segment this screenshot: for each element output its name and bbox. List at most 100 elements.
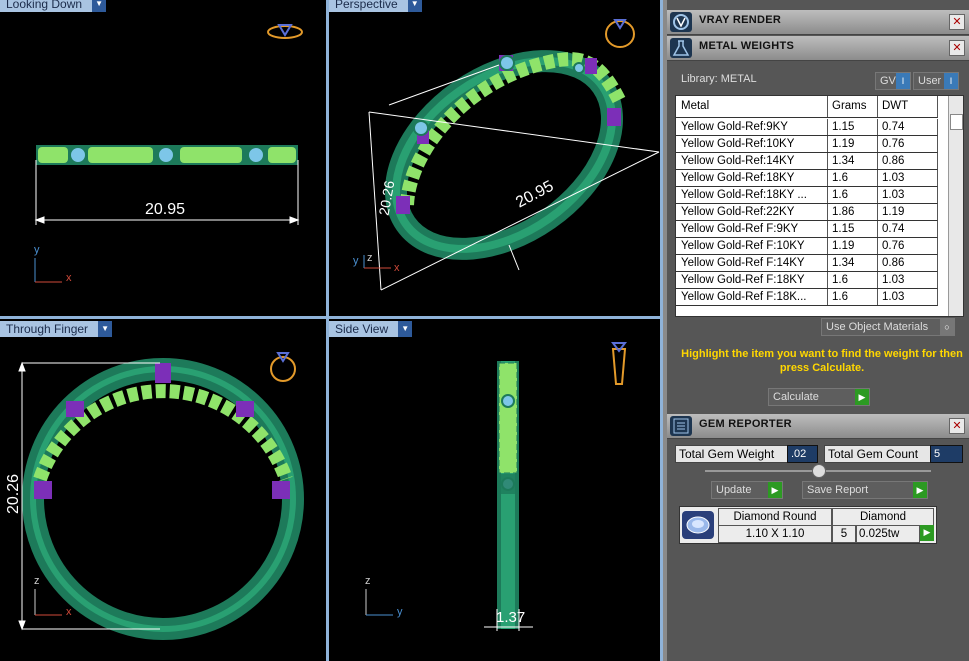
table-header: Metal Grams DWT <box>676 96 946 118</box>
total-gem-count-label: Total Gem Count <box>824 445 931 463</box>
table-row[interactable]: Yellow Gold-Ref F:10KY 1.19 0.76 <box>676 238 946 255</box>
metal-weights-header[interactable]: METAL WEIGHTS ✕ <box>667 36 969 61</box>
gem-size: 1.10 X 1.10 <box>718 525 832 543</box>
play-icon: ▶ <box>768 482 782 498</box>
dimension-label: 1.37 <box>496 609 526 626</box>
cell-grams: 1.6 <box>827 289 878 306</box>
column-header-dwt[interactable]: DWT <box>877 96 938 118</box>
cell-metal: Yellow Gold-Ref:10KY <box>676 136 828 153</box>
close-icon[interactable]: ✕ <box>949 418 965 434</box>
cell-dwt: 1.03 <box>877 289 938 306</box>
gem-weight: 0.025tw <box>856 525 920 543</box>
table-row[interactable]: Yellow Gold-Ref F:9KY 1.15 0.74 <box>676 221 946 238</box>
axis-label-z: z <box>34 575 40 587</box>
gv-toggle[interactable]: GV I <box>875 72 911 90</box>
gem-qty: 5 <box>832 525 856 543</box>
play-icon: ▶ <box>855 389 869 405</box>
gem-reporter-title: GEM REPORTER <box>699 418 792 430</box>
cell-grams: 1.34 <box>827 153 878 170</box>
cell-dwt: 0.86 <box>877 153 938 170</box>
ring-side-view <box>365 342 627 631</box>
cell-grams: 1.19 <box>827 136 878 153</box>
library-label: Library: METAL <box>681 73 757 85</box>
cell-grams: 1.6 <box>827 272 878 289</box>
table-row[interactable]: Yellow Gold-Ref:18KY 1.6 1.03 <box>676 170 946 187</box>
plugin-panel: VRAY RENDER ✕ METAL WEIGHTS ✕ Library: M… <box>667 0 969 661</box>
axis-label-x: x <box>66 606 72 618</box>
calculate-button[interactable]: Calculate ▶ <box>768 388 870 406</box>
viewport-divider-right <box>660 0 663 661</box>
viewport-looking-down[interactable]: Looking Down ▼ 20.95 y x <box>0 0 326 316</box>
table-row[interactable]: Yellow Gold-Ref:10KY 1.19 0.76 <box>676 136 946 153</box>
viewport-side-view[interactable]: Side View ▼ 1.37 z y <box>329 319 660 661</box>
gem-shape: Diamond Round <box>718 508 832 526</box>
cell-grams: 1.19 <box>827 238 878 255</box>
viewport-through-finger[interactable]: Through Finger ▼ 20.26 z x <box>0 319 326 661</box>
use-object-materials-toggle[interactable]: Use Object Materials ○ <box>821 318 955 336</box>
cell-grams: 1.6 <box>827 187 878 204</box>
table-row[interactable]: Yellow Gold-Ref:18KY ... 1.6 1.03 <box>676 187 946 204</box>
update-button[interactable]: Update ▶ <box>711 481 783 499</box>
cell-metal: Yellow Gold-Ref:22KY <box>676 204 828 221</box>
cell-dwt: 1.19 <box>877 204 938 221</box>
table-scrollbar[interactable] <box>948 96 963 316</box>
diamond-icon <box>682 511 714 539</box>
axis-label-y: y <box>353 255 359 267</box>
play-icon: ▶ <box>913 482 927 498</box>
column-header-metal[interactable]: Metal <box>676 96 828 118</box>
cell-grams: 1.15 <box>827 119 878 136</box>
cell-dwt: 1.03 <box>877 272 938 289</box>
metal-weights-title: METAL WEIGHTS <box>699 40 795 52</box>
use-object-materials-label: Use Object Materials <box>826 321 929 333</box>
cell-metal: Yellow Gold-Ref F:9KY <box>676 221 828 238</box>
flask-icon <box>670 38 692 58</box>
gv-label: GV <box>880 75 896 87</box>
table-row[interactable]: Yellow Gold-Ref F:14KY 1.34 0.86 <box>676 255 946 272</box>
viewport-perspective[interactable]: Perspective ▼ 20.95 20.26 y z x <box>329 0 660 316</box>
table-row[interactable]: Yellow Gold-Ref:22KY 1.86 1.19 <box>676 204 946 221</box>
ring-front-view <box>18 352 304 640</box>
cell-grams: 1.6 <box>827 170 878 187</box>
table-row[interactable]: Yellow Gold-Ref:14KY 1.34 0.86 <box>676 153 946 170</box>
cell-dwt: 0.86 <box>877 255 938 272</box>
update-label: Update <box>716 484 752 496</box>
report-icon <box>670 416 692 436</box>
column-header-grams[interactable]: Grams <box>827 96 878 118</box>
axis-label-z: z <box>367 252 373 264</box>
hint-text: Highlight the item you want to find the … <box>681 348 963 374</box>
cell-metal: Yellow Gold-Ref:18KY ... <box>676 187 828 204</box>
cell-grams: 1.86 <box>827 204 878 221</box>
cell-grams: 1.15 <box>827 221 878 238</box>
close-icon[interactable]: ✕ <box>949 14 965 30</box>
cell-dwt: 0.76 <box>877 238 938 255</box>
table-row[interactable]: Yellow Gold-Ref F:18KY 1.6 1.03 <box>676 272 946 289</box>
cell-dwt: 1.03 <box>877 187 938 204</box>
calculate-label: Calculate <box>773 391 819 403</box>
gem-reporter-header[interactable]: GEM REPORTER ✕ <box>667 414 969 439</box>
user-label: User <box>918 75 942 87</box>
metal-table[interactable]: Metal Grams DWT Yellow Gold-Ref:9KY 1.15 0… <box>675 95 964 317</box>
slider-handle[interactable] <box>812 464 826 478</box>
vray-render-header[interactable]: VRAY RENDER ✕ <box>667 10 969 35</box>
save-report-button[interactable]: Save Report ▶ <box>802 481 928 499</box>
cell-metal: Yellow Gold-Ref:18KY <box>676 170 828 187</box>
scrollbar-thumb[interactable] <box>950 114 963 130</box>
table-row[interactable]: Yellow Gold-Ref:9KY 1.15 0.74 <box>676 119 946 136</box>
cell-dwt: 1.03 <box>877 170 938 187</box>
cell-grams: 1.34 <box>827 255 878 272</box>
cell-dwt: 0.74 <box>877 119 938 136</box>
user-toggle[interactable]: User I <box>913 72 959 90</box>
close-icon[interactable]: ✕ <box>949 40 965 56</box>
cell-metal: Yellow Gold-Ref:14KY <box>676 153 828 170</box>
cell-metal: Yellow Gold-Ref F:14KY <box>676 255 828 272</box>
axis-label-y: y <box>34 244 40 256</box>
cell-dwt: 0.74 <box>877 221 938 238</box>
cell-metal: Yellow Gold-Ref F:10KY <box>676 238 828 255</box>
cell-metal: Yellow Gold-Ref F:18KY <box>676 272 828 289</box>
table-row[interactable]: Yellow Gold-Ref F:18K... 1.6 1.03 <box>676 289 946 306</box>
total-gem-count-value: 5 <box>930 445 963 463</box>
vray-icon <box>670 12 692 32</box>
cell-metal: Yellow Gold-Ref:9KY <box>676 119 828 136</box>
play-icon[interactable]: ▶ <box>920 525 934 541</box>
gem-list-item[interactable]: Diamond Round 1.10 X 1.10 Diamond 5 0.02… <box>679 506 937 544</box>
